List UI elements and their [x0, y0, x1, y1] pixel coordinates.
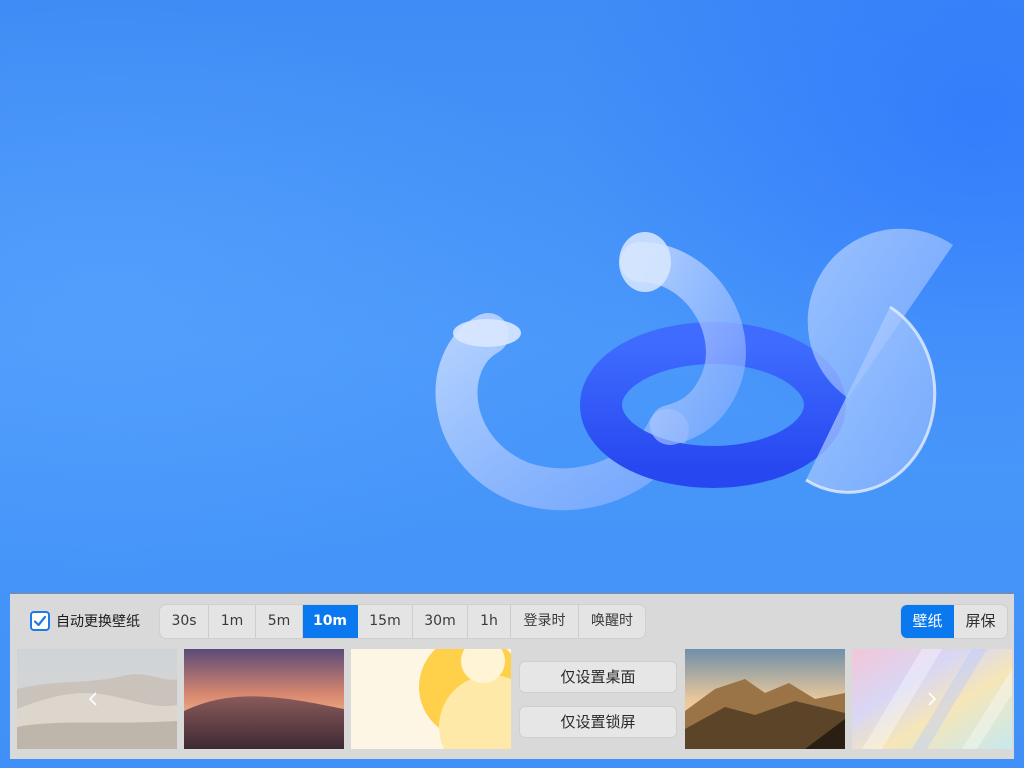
interval-1h[interactable]: 1h: [468, 605, 511, 638]
wallpaper-thumbnail-pastel[interactable]: [852, 649, 1012, 749]
interval-30m[interactable]: 30m: [413, 605, 468, 638]
auto-change-label: 自动更换壁纸: [56, 614, 140, 630]
mode-segmented-control: 壁纸 屏保: [900, 604, 1008, 639]
wallpaper-thumbnail-dunes[interactable]: [17, 649, 177, 749]
set-desktop-only-button[interactable]: 仅设置桌面: [519, 661, 677, 693]
wallpaper-thumbnail-mountains[interactable]: [685, 649, 845, 749]
interval-10m[interactable]: 10m: [303, 605, 358, 638]
chevron-left-icon[interactable]: [83, 687, 103, 711]
wallpaper-selector-panel: 自动更换壁纸 30s 1m 5m 10m 15m 30m 1h 登录时 唤醒时 …: [10, 593, 1014, 759]
wallpaper-3d-rings-art: [435, 228, 953, 511]
interval-30s[interactable]: 30s: [160, 605, 209, 638]
tab-wallpaper[interactable]: 壁纸: [901, 605, 954, 638]
checkbox-checked-icon[interactable]: [30, 611, 50, 631]
set-lockscreen-only-button[interactable]: 仅设置锁屏: [519, 706, 677, 738]
auto-change-wallpaper-toggle[interactable]: 自动更换壁纸: [30, 610, 140, 632]
wallpaper-thumbnail-sunset-dune[interactable]: [184, 649, 344, 749]
interval-5m[interactable]: 5m: [256, 605, 303, 638]
interval-15m[interactable]: 15m: [358, 605, 413, 638]
interval-on-wake[interactable]: 唤醒时: [579, 605, 645, 638]
wallpaper-thumbnail-yellow-circles[interactable]: [351, 649, 511, 749]
interval-segmented-control: 30s 1m 5m 10m 15m 30m 1h 登录时 唤醒时: [159, 604, 646, 639]
interval-1m[interactable]: 1m: [209, 605, 256, 638]
chevron-right-icon[interactable]: [922, 687, 942, 711]
tab-screensaver[interactable]: 屏保: [954, 605, 1007, 638]
interval-on-login[interactable]: 登录时: [511, 605, 579, 638]
